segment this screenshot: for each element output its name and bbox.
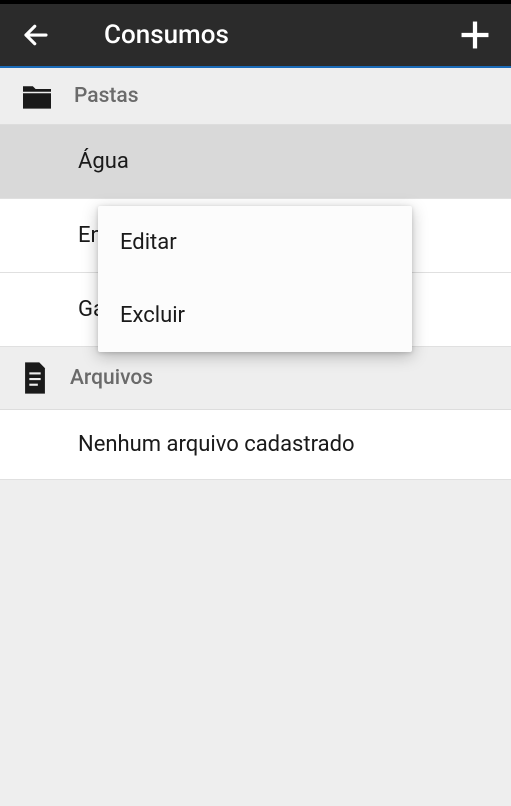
folders-section-title: Pastas (74, 84, 139, 108)
folder-item-agua[interactable]: Água (0, 125, 511, 199)
back-button[interactable] (16, 15, 56, 55)
menu-item-edit[interactable]: Editar (98, 206, 412, 279)
folder-icon (20, 82, 54, 110)
app-header: Consumos (0, 4, 511, 68)
menu-item-delete[interactable]: Excluir (98, 279, 412, 352)
files-section-title: Arquivos (70, 366, 153, 390)
files-section-header: Arquivos (0, 347, 511, 410)
plus-icon (458, 18, 492, 52)
empty-files-message: Nenhum arquivo cadastrado (0, 410, 511, 480)
page-title: Consumos (104, 20, 229, 50)
folders-section-header: Pastas (0, 68, 511, 125)
add-button[interactable] (455, 15, 495, 55)
back-arrow-icon (21, 20, 51, 50)
file-icon (20, 361, 50, 395)
context-menu: Editar Excluir (98, 206, 412, 352)
